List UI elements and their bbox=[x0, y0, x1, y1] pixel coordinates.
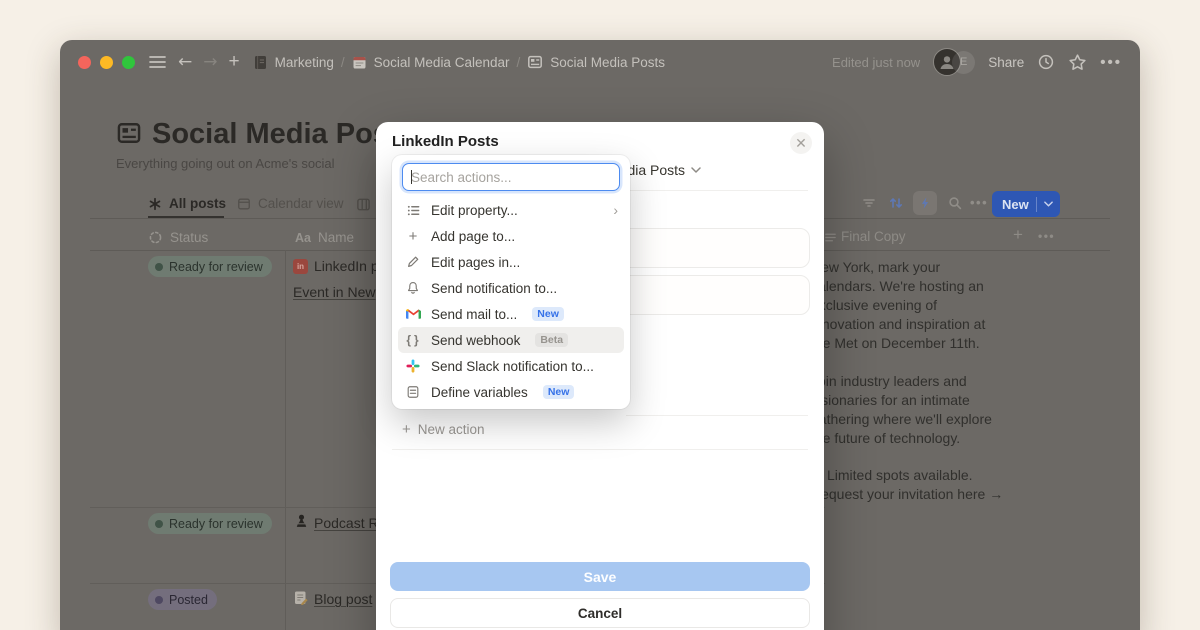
status-badge[interactable]: Ready for review bbox=[148, 256, 272, 277]
pencil-icon bbox=[404, 255, 422, 269]
final-copy-line: the Met on December 11th. bbox=[811, 335, 980, 351]
final-copy-line: innovation and inspiration at bbox=[811, 316, 985, 332]
modal-divider bbox=[626, 415, 808, 416]
modal-divider bbox=[392, 449, 808, 450]
plus-icon: + bbox=[404, 228, 422, 245]
share-button[interactable]: Share bbox=[988, 55, 1024, 70]
screenshot-canvas: ← → + Marketing / Social Media Calendar … bbox=[0, 0, 1200, 630]
final-copy-line: New York, mark your bbox=[811, 259, 940, 275]
modal-title: LinkedIn Posts bbox=[392, 133, 499, 150]
linkedin-post-icon: in bbox=[293, 259, 308, 274]
page-icon bbox=[116, 120, 142, 146]
plus-icon: + bbox=[402, 421, 411, 438]
final-copy-line: visionaries for an intimate bbox=[811, 392, 970, 408]
bell-icon bbox=[404, 281, 422, 295]
menu-item-send-slack-notification[interactable]: Send Slack notification to... bbox=[398, 353, 624, 379]
column-header-name[interactable]: Aa Name bbox=[295, 230, 354, 245]
posts-board-icon bbox=[527, 54, 543, 70]
status-property-icon bbox=[148, 230, 163, 245]
final-copy-line: Join industry leaders and bbox=[811, 373, 967, 389]
menu-item-edit-property[interactable]: Edit property... › bbox=[398, 197, 624, 223]
filter-icon[interactable] bbox=[858, 192, 880, 214]
actions-menu: Edit property... › + Add page to... Edit… bbox=[398, 197, 624, 405]
new-badge: New bbox=[532, 307, 564, 322]
view-more-icon[interactable]: ••• bbox=[970, 195, 988, 210]
chevron-right-icon: › bbox=[613, 202, 618, 218]
menu-item-send-webhook[interactable]: { } Send webhook Beta bbox=[398, 327, 624, 353]
new-action-button[interactable]: + New action bbox=[402, 421, 485, 438]
close-icon[interactable]: ✕ bbox=[790, 132, 812, 154]
teamspace-icon bbox=[253, 55, 268, 70]
sort-icon[interactable] bbox=[885, 192, 907, 214]
favorite-star-icon[interactable] bbox=[1068, 53, 1087, 72]
beta-badge: Beta bbox=[535, 333, 568, 348]
menu-item-add-page-to[interactable]: + Add page to... bbox=[398, 223, 624, 249]
save-button[interactable]: Save bbox=[390, 562, 810, 591]
status-badge[interactable]: Ready for review bbox=[148, 513, 272, 534]
final-copy-line: Limited spots available. bbox=[811, 467, 973, 483]
more-options-icon[interactable]: ••• bbox=[1100, 54, 1122, 71]
text-lines-icon bbox=[824, 231, 837, 244]
traffic-light-close[interactable] bbox=[78, 56, 91, 69]
chevron-down-icon bbox=[1044, 201, 1053, 207]
forward-arrow-icon[interactable]: → bbox=[203, 52, 217, 72]
final-copy-line: the future of technology. bbox=[811, 430, 960, 446]
tab-all-posts[interactable]: All posts bbox=[148, 196, 226, 211]
search-icon[interactable] bbox=[944, 192, 966, 214]
asterisk-icon bbox=[148, 197, 162, 211]
text-caret bbox=[411, 170, 412, 184]
column-header-final-copy[interactable]: Final Copy bbox=[841, 229, 906, 244]
breadcrumb-social-media-posts[interactable]: Social Media Posts bbox=[550, 55, 665, 70]
tab-calendar-view[interactable]: Calendar view bbox=[237, 196, 344, 211]
variables-doc-icon bbox=[404, 385, 422, 399]
chevron-down-icon bbox=[691, 167, 701, 173]
page-subtitle: Everything going out on Acme's social bbox=[116, 156, 335, 171]
sidebar-menu-icon[interactable] bbox=[149, 55, 166, 69]
bullet-list-icon bbox=[404, 203, 422, 218]
breadcrumb-separator: / bbox=[516, 55, 520, 70]
gmail-icon bbox=[404, 308, 422, 320]
updates-clock-icon[interactable] bbox=[1037, 53, 1055, 71]
final-copy-line: Request your invitation here → bbox=[811, 486, 1003, 502]
collaborator-avatar[interactable]: E bbox=[952, 51, 975, 74]
new-page-icon[interactable]: + bbox=[229, 51, 240, 73]
pawn-icon bbox=[295, 513, 308, 528]
calendar-view-icon bbox=[237, 197, 251, 211]
new-badge: New bbox=[543, 385, 575, 400]
traffic-light-minimize[interactable] bbox=[100, 56, 113, 69]
menu-item-send-notification[interactable]: Send notification to... bbox=[398, 275, 624, 301]
breadcrumb-separator: / bbox=[341, 55, 345, 70]
automations-lightning-icon[interactable] bbox=[913, 191, 937, 215]
slack-icon bbox=[404, 359, 422, 373]
column-divider bbox=[285, 250, 286, 630]
final-copy-line: exclusive evening of bbox=[811, 297, 937, 313]
traffic-light-zoom[interactable] bbox=[122, 56, 135, 69]
menu-item-send-mail[interactable]: Send mail to... New bbox=[398, 301, 624, 327]
actions-dropdown: Edit property... › + Add page to... Edit… bbox=[392, 155, 630, 409]
calendar-page-icon bbox=[352, 55, 367, 70]
menu-item-define-variables[interactable]: Define variables New bbox=[398, 379, 624, 405]
final-copy-line: gathering where we'll explore bbox=[811, 411, 992, 427]
breadcrumb-social-media-calendar[interactable]: Social Media Calendar bbox=[374, 55, 510, 70]
breadcrumb-marketing[interactable]: Marketing bbox=[275, 55, 334, 70]
final-copy-line: calendars. We're hosting an bbox=[811, 278, 984, 294]
add-column-icon[interactable]: + bbox=[1013, 225, 1023, 245]
memo-icon bbox=[293, 590, 308, 605]
menu-item-edit-pages-in[interactable]: Edit pages in... bbox=[398, 249, 624, 275]
search-actions-input[interactable] bbox=[402, 163, 620, 191]
status-badge[interactable]: Posted bbox=[148, 589, 217, 610]
column-more-icon[interactable]: ••• bbox=[1038, 229, 1055, 243]
text-property-icon: Aa bbox=[295, 231, 311, 245]
titlebar: ← → + Marketing / Social Media Calendar … bbox=[60, 40, 1140, 84]
new-record-button[interactable]: New bbox=[992, 191, 1060, 217]
braces-icon: { } bbox=[404, 333, 422, 347]
board-view-tab-icon[interactable] bbox=[356, 197, 371, 212]
column-header-status[interactable]: Status bbox=[148, 230, 208, 245]
cancel-button[interactable]: Cancel bbox=[390, 598, 810, 628]
edited-status: Edited just now bbox=[832, 55, 920, 70]
back-arrow-icon[interactable]: ← bbox=[178, 52, 192, 72]
